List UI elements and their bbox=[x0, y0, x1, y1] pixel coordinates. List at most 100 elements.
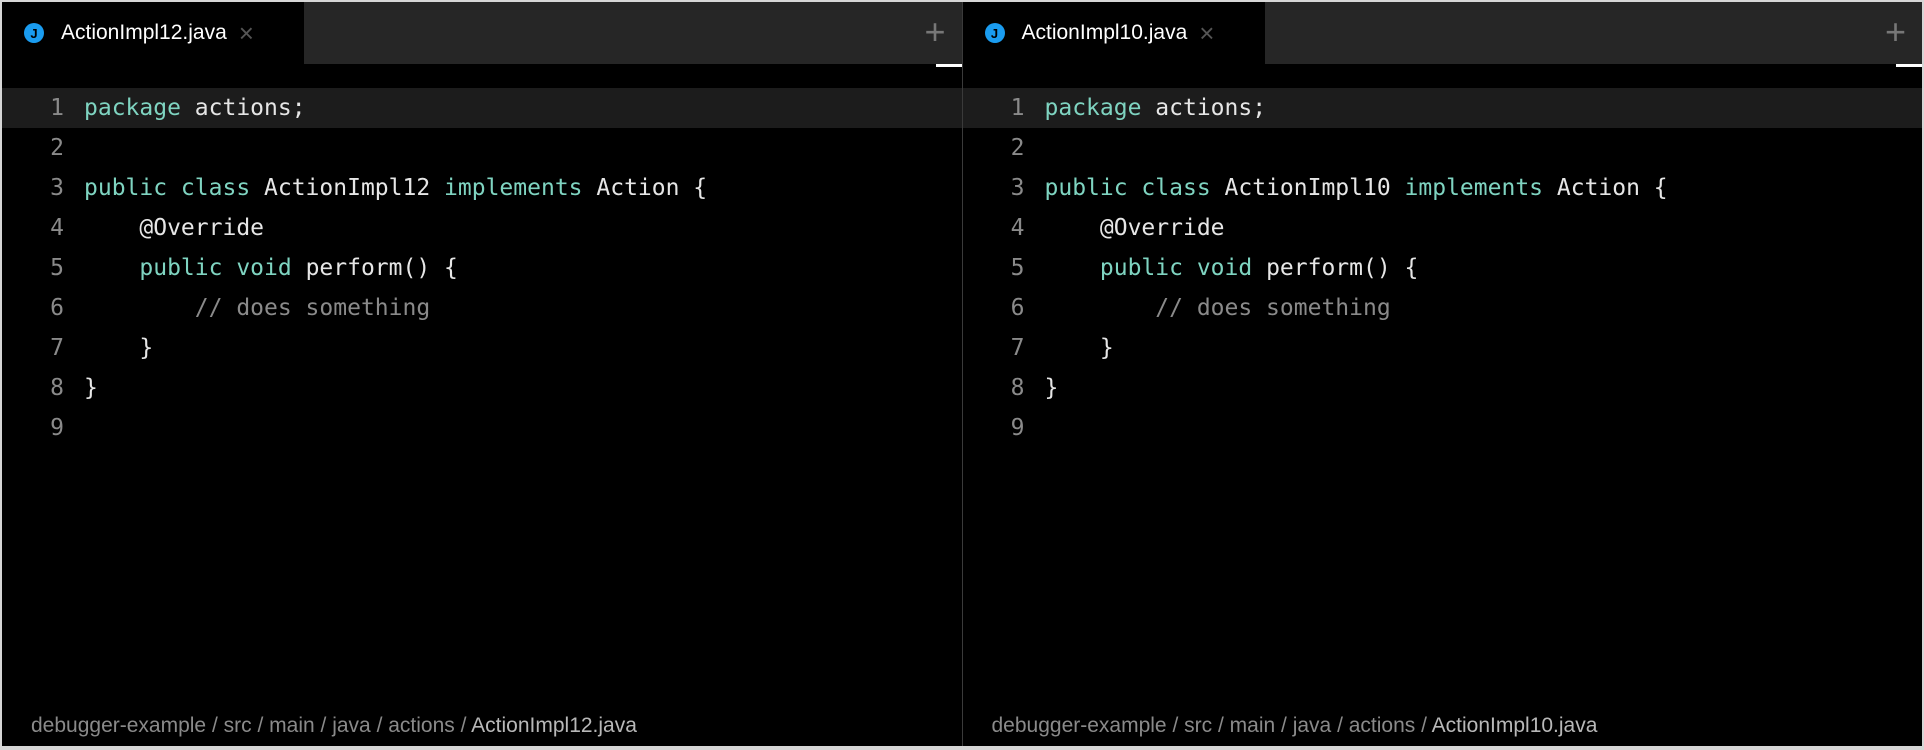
tab-actionimpl12-java[interactable]: J ActionImpl12.java × bbox=[2, 2, 304, 64]
line-number: 5 bbox=[1010, 255, 1025, 281]
code-line: 9 bbox=[2, 408, 962, 448]
line-code: public class ActionImpl10 implements Act… bbox=[1045, 175, 1668, 201]
code-token: ActionImpl12 bbox=[250, 175, 445, 201]
line-code: public void perform() { bbox=[84, 255, 458, 281]
new-tab-plus-icon[interactable]: + bbox=[1885, 14, 1906, 50]
breadcrumb-item[interactable]: src bbox=[224, 714, 252, 737]
keyword-token: package bbox=[1044, 95, 1142, 121]
line-number: 1 bbox=[50, 95, 64, 121]
code-line: 6 // does something bbox=[2, 288, 962, 328]
line-code: package actions; bbox=[84, 95, 306, 121]
breadcrumb-item[interactable]: debugger-example bbox=[992, 714, 1167, 737]
line-number: 4 bbox=[1010, 215, 1025, 241]
code-token: perform() { bbox=[1252, 255, 1419, 281]
tab-actionimpl10-java[interactable]: J ActionImpl10.java × bbox=[962, 2, 1265, 64]
tab-label: ActionImpl12.java bbox=[61, 21, 227, 44]
tab-bar: J ActionImpl12.java × + bbox=[2, 2, 962, 64]
line-number: 7 bbox=[1010, 335, 1025, 361]
code-line: 7 } bbox=[2, 328, 962, 368]
code-line: 3 public class ActionImpl10 implements Ac… bbox=[963, 168, 1923, 208]
code-token: Action { bbox=[1543, 175, 1668, 201]
code-token: @Override bbox=[1044, 215, 1225, 241]
line-number: 1 bbox=[1010, 95, 1025, 121]
code-line: 4 @Override bbox=[2, 208, 962, 248]
line-number: 6 bbox=[1010, 295, 1025, 321]
line-code: package actions; bbox=[1045, 95, 1267, 121]
line-code: } bbox=[84, 375, 98, 401]
breadcrumb-separator: / bbox=[454, 714, 472, 737]
breadcrumb-separator: / bbox=[1166, 714, 1185, 737]
line-code: } bbox=[84, 335, 153, 361]
code-token: } bbox=[1044, 375, 1059, 401]
line-code: @Override bbox=[84, 215, 264, 241]
breadcrumb-separator: / bbox=[1331, 714, 1349, 737]
comment-token: // does something bbox=[1155, 295, 1391, 321]
breadcrumb-item[interactable]: ActionImpl10.java bbox=[1432, 714, 1598, 737]
line-number: 9 bbox=[50, 415, 64, 441]
breadcrumb-separator: / bbox=[1212, 714, 1230, 737]
line-code: } bbox=[1045, 375, 1059, 401]
keyword-token: implements bbox=[444, 175, 583, 201]
code-token: Action { bbox=[582, 175, 708, 201]
code-line: 6 // does something bbox=[963, 288, 1923, 328]
code-line: 8} bbox=[2, 368, 962, 408]
code-line: 9 bbox=[963, 408, 1923, 448]
comment-token: // does something bbox=[194, 295, 431, 321]
code-token: } bbox=[1044, 335, 1114, 361]
editor-pane: J ActionImpl10.java × +1 package actions; 2 3 p… bbox=[961, 2, 1923, 746]
code-editor[interactable]: 1 package actions; 2 3 public class ActionIm… bbox=[962, 88, 1923, 448]
breadcrumb-separator: / bbox=[206, 714, 224, 737]
breadcrumb-separator: / bbox=[314, 714, 333, 737]
code-token: @Override bbox=[84, 215, 265, 241]
code-line: 4 @Override bbox=[963, 208, 1923, 248]
keyword-token: package bbox=[84, 95, 181, 121]
breadcrumb: debugger-example / src / main / java / a… bbox=[31, 714, 637, 738]
line-number: 8 bbox=[1010, 375, 1025, 401]
editor-pane: J ActionImpl12.java × +1 package actions; 2 3 p… bbox=[2, 2, 962, 746]
code-line: 5 public void perform() { bbox=[2, 248, 962, 288]
breadcrumb-item[interactable]: actions bbox=[388, 714, 455, 737]
tab-bar-indicator bbox=[935, 64, 962, 67]
new-tab-plus-icon[interactable]: + bbox=[924, 14, 945, 50]
line-code: @Override bbox=[1045, 215, 1225, 241]
line-code: // does something bbox=[1045, 295, 1391, 321]
code-token: actions; bbox=[1141, 95, 1267, 121]
keyword-token: implements bbox=[1404, 175, 1544, 201]
line-number: 9 bbox=[1010, 415, 1025, 441]
java-file-icon: J bbox=[984, 23, 1005, 43]
breadcrumb-item[interactable]: debugger-example bbox=[31, 714, 206, 737]
line-number: 3 bbox=[50, 175, 64, 201]
line-code: public void perform() { bbox=[1045, 255, 1419, 281]
close-icon[interactable]: × bbox=[239, 20, 254, 46]
code-token: actions; bbox=[180, 95, 306, 121]
line-code: // does something bbox=[84, 295, 430, 321]
breadcrumb-item[interactable]: src bbox=[1184, 714, 1212, 737]
code-line: 7 } bbox=[963, 328, 1923, 368]
code-line: 1 package actions; bbox=[962, 88, 1922, 128]
breadcrumb-item[interactable]: main bbox=[1230, 714, 1276, 737]
breadcrumb-item[interactable]: java bbox=[1293, 714, 1332, 737]
close-icon[interactable]: × bbox=[1199, 20, 1214, 46]
breadcrumb: debugger-example / src / main / java / a… bbox=[992, 714, 1598, 738]
code-editor[interactable]: 1 package actions; 2 3 public class ActionIm… bbox=[2, 88, 962, 448]
breadcrumb-item[interactable]: main bbox=[269, 714, 315, 737]
code-token: } bbox=[84, 375, 98, 401]
breadcrumb-item[interactable]: java bbox=[332, 714, 371, 737]
line-number: 2 bbox=[50, 135, 64, 161]
editor-split-view: J ActionImpl12.java × +1 package actions; 2 3 p… bbox=[2, 2, 1922, 746]
code-line: 3 public class ActionImpl12 implements Ac… bbox=[2, 168, 962, 208]
breadcrumb-separator: / bbox=[1415, 714, 1432, 737]
line-number: 2 bbox=[1010, 135, 1025, 161]
code-line: 1 package actions; bbox=[2, 88, 962, 128]
line-number: 8 bbox=[50, 375, 64, 401]
breadcrumb-item[interactable]: ActionImpl12.java bbox=[471, 714, 637, 737]
tab-bar-indicator bbox=[1896, 64, 1922, 67]
keyword-token: public class bbox=[1044, 175, 1211, 201]
keyword-token: public class bbox=[84, 175, 251, 201]
tab-label: ActionImpl10.java bbox=[1021, 21, 1188, 44]
breadcrumb-item[interactable]: actions bbox=[1349, 714, 1416, 737]
